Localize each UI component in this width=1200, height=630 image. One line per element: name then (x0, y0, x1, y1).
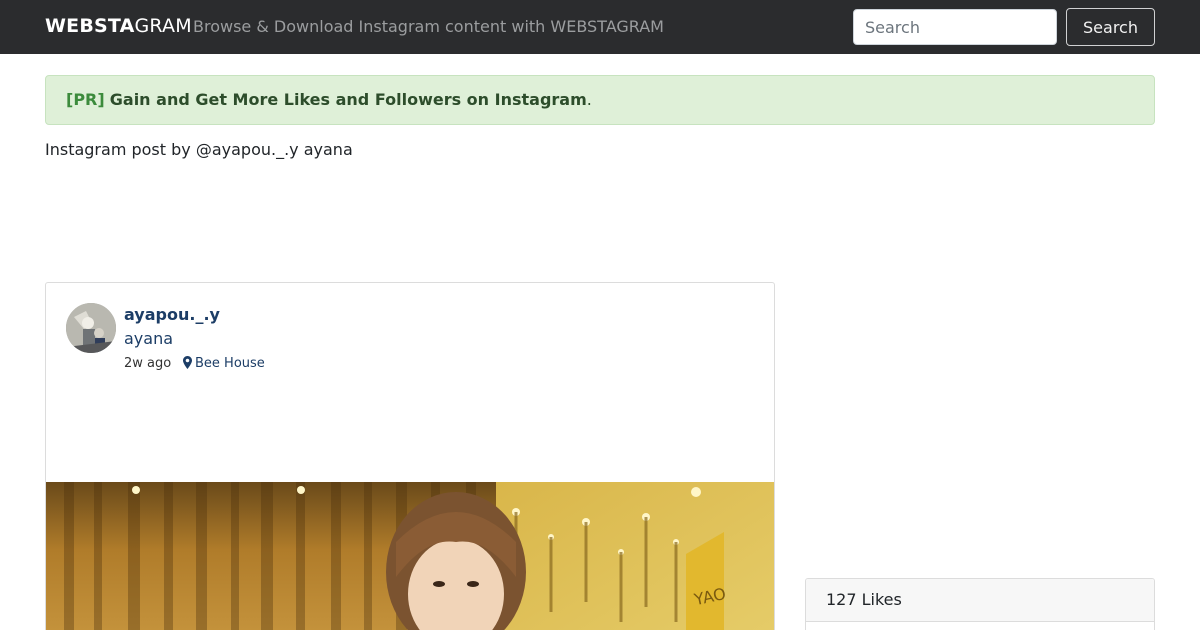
search-button[interactable]: Search (1066, 8, 1155, 46)
pr-promo-link[interactable]: Gain and Get More Likes and Followers on… (110, 90, 587, 109)
post-photo[interactable]: YAO (46, 482, 774, 630)
post-time-ago: 2w ago (124, 356, 172, 371)
avatar[interactable] (66, 303, 116, 353)
brand-light-text: GRAM (134, 15, 192, 37)
post-location-link[interactable]: Bee House (183, 356, 265, 371)
top-navbar: WEBSTAGRAM Browse & Download Instagram c… (0, 0, 1200, 54)
post-photo-image: YAO (46, 482, 774, 630)
likes-count: 127 Likes (806, 579, 1154, 622)
brand-bold-text: WEBSTA (45, 15, 135, 37)
post-card: ayapou._.y ayana 2w ago Bee House YAO (45, 282, 775, 630)
post-location-label: Bee House (195, 356, 265, 371)
page-title: Instagram post by @ayapou._.y ayana (45, 140, 353, 159)
brand-logo[interactable]: WEBSTAGRAM (45, 15, 192, 37)
pr-tag: [PR] (66, 90, 105, 109)
map-marker-icon (183, 356, 192, 369)
likes-panel: 127 Likes (805, 578, 1155, 630)
post-fullname[interactable]: ayana (124, 329, 173, 348)
avatar-photo (66, 303, 116, 353)
pr-suffix: . (586, 90, 592, 109)
navbar-tagline: Browse & Download Instagram content with… (193, 17, 664, 36)
search-input[interactable] (853, 9, 1057, 45)
pr-alert-banner: [PR] Gain and Get More Likes and Followe… (45, 75, 1155, 125)
post-username-link[interactable]: ayapou._.y (124, 305, 220, 324)
